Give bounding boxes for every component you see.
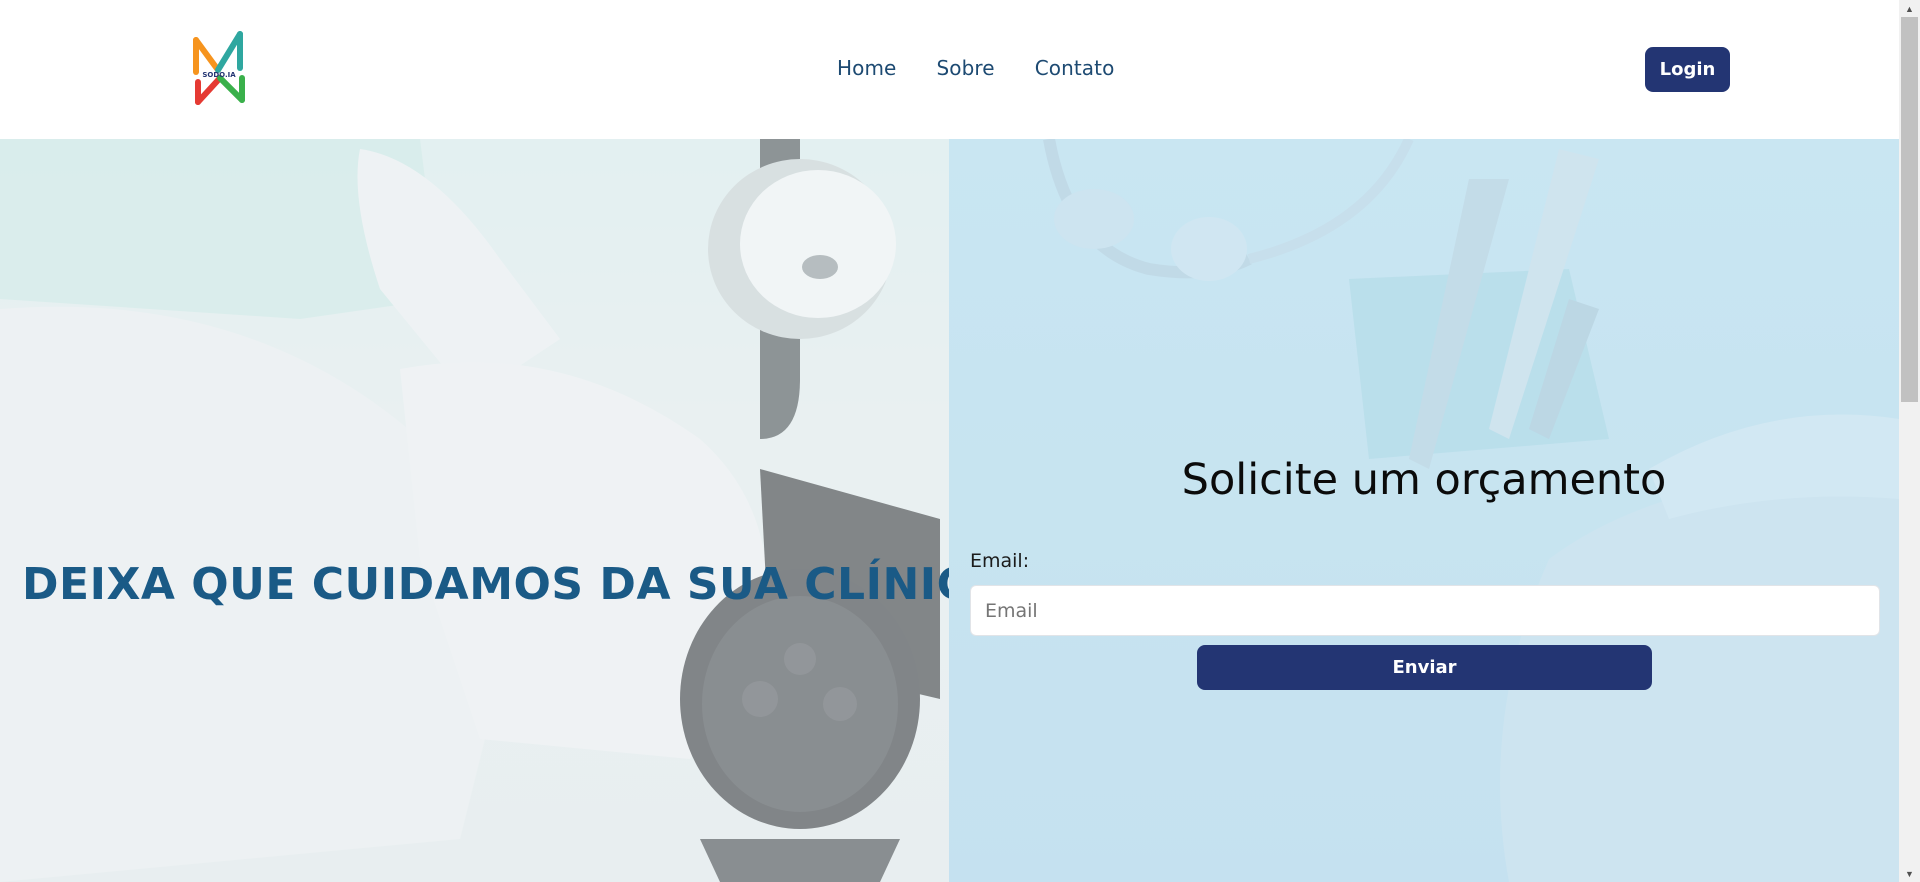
email-input[interactable]	[970, 585, 1880, 636]
page-scrollbar[interactable]: ▲ ▼	[1899, 0, 1920, 882]
hero-right-image	[949, 139, 1899, 882]
image-overlay	[0, 139, 949, 882]
nav-contato-link[interactable]: Contato	[1035, 56, 1115, 80]
login-button[interactable]: Login	[1645, 47, 1730, 92]
submit-button[interactable]: Enviar	[1197, 645, 1652, 690]
image-overlay	[949, 139, 1899, 882]
scroll-down-arrow-icon[interactable]: ▼	[1899, 865, 1920, 882]
nav-home-link[interactable]: Home	[837, 56, 896, 80]
hero-section: DEIXA QUE CUIDAMOS DA SUA CLÍNICA!	[0, 139, 1899, 882]
brand-logo[interactable]: SODO.IA	[190, 28, 250, 108]
hero-headline: DEIXA QUE CUIDAMOS DA SUA CLÍNICA!	[22, 559, 949, 610]
main-nav: Home Sobre Contato	[837, 56, 1114, 80]
quote-form-title: Solicite um orçamento	[1181, 455, 1667, 505]
scroll-up-arrow-icon[interactable]: ▲	[1899, 0, 1920, 17]
page: SODO.IA Home Sobre Contato Login DEIXA Q…	[0, 0, 1899, 882]
logo-text: SODO.IA	[202, 71, 236, 79]
nav-sobre-link[interactable]: Sobre	[936, 56, 994, 80]
site-header: SODO.IA Home Sobre Contato Login	[0, 0, 1899, 139]
scroll-thumb[interactable]	[1901, 17, 1918, 402]
hero-left-image: DEIXA QUE CUIDAMOS DA SUA CLÍNICA!	[0, 139, 949, 882]
email-label: Email:	[970, 550, 1030, 572]
